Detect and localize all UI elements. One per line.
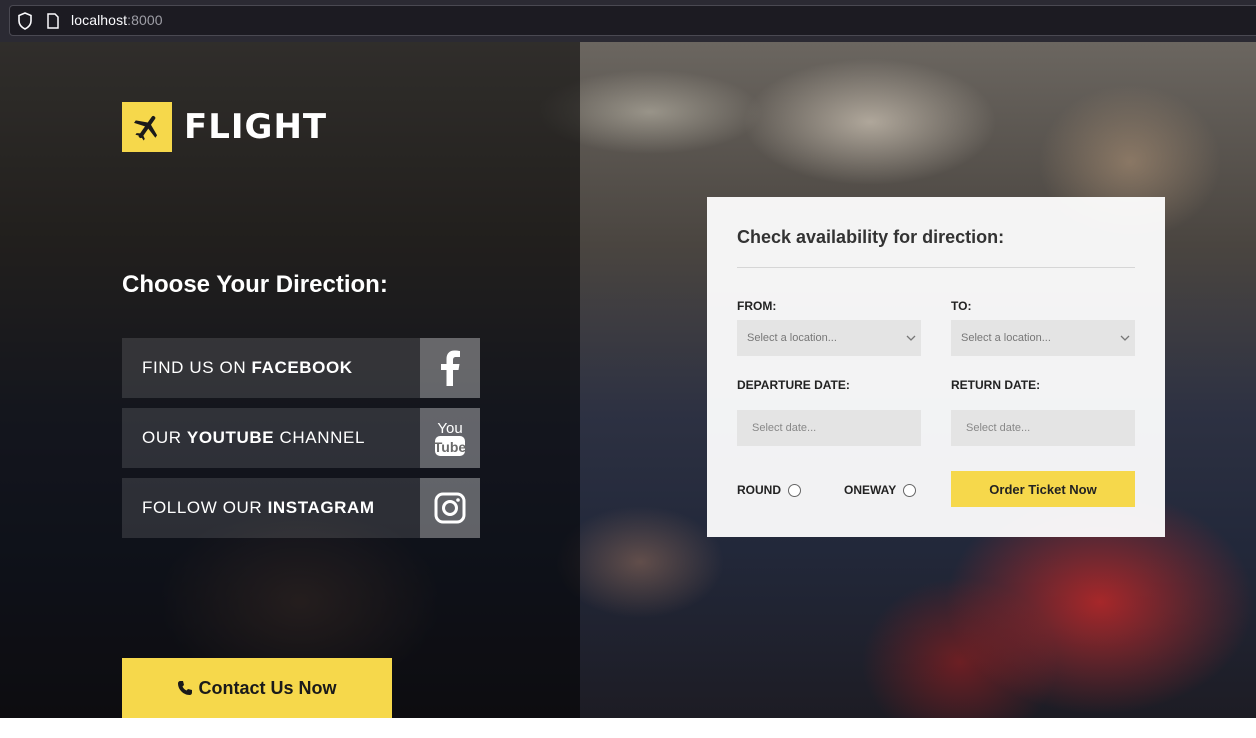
availability-form: Check availability for direction: FROM: … <box>707 197 1165 537</box>
shield-icon[interactable] <box>17 12 33 30</box>
departure-date-input[interactable]: Select date... <box>737 410 921 446</box>
departure-label: DEPARTURE DATE: <box>737 378 850 392</box>
youtube-link[interactable]: OUR YOUTUBE CHANNEL You Tube <box>122 408 480 468</box>
chevron-down-icon <box>1120 335 1130 341</box>
svg-text:Tube: Tube <box>434 439 466 455</box>
return-label: RETURN DATE: <box>951 378 1041 392</box>
chevron-down-icon <box>906 335 916 341</box>
from-select[interactable]: Select a location... <box>737 320 921 356</box>
hero-section: FLIGHT Choose Your Direction: FIND US ON… <box>0 42 1256 718</box>
round-option[interactable]: ROUND <box>737 483 801 497</box>
facebook-icon[interactable] <box>420 338 480 398</box>
youtube-icon[interactable]: You Tube <box>420 408 480 468</box>
phone-icon <box>178 681 193 695</box>
contact-label: Contact Us Now <box>198 677 337 698</box>
to-select-value: Select a location... <box>961 332 1051 344</box>
to-select[interactable]: Select a location... <box>951 320 1135 356</box>
url-host: localhost <box>71 12 128 28</box>
round-radio[interactable] <box>788 483 801 497</box>
instagram-label: FOLLOW OUR INSTAGRAM <box>142 498 375 517</box>
url-bar[interactable] <box>9 5 1256 36</box>
order-ticket-button[interactable]: Order Ticket Now <box>951 471 1135 507</box>
return-date-input[interactable]: Select date... <box>951 410 1135 446</box>
to-label: TO: <box>951 299 972 313</box>
instagram-icon[interactable] <box>420 478 480 538</box>
airplane-icon <box>122 102 172 152</box>
facebook-link[interactable]: FIND US ON FACEBOOK <box>122 338 480 398</box>
facebook-label: FIND US ON FACEBOOK <box>142 358 353 377</box>
form-title: Check availability for direction: <box>737 227 1005 247</box>
svg-text:You: You <box>437 420 462 437</box>
oneway-label: ONEWAY <box>844 483 897 497</box>
from-select-value: Select a location... <box>747 332 837 344</box>
round-label: ROUND <box>737 483 781 497</box>
oneway-option[interactable]: ONEWAY <box>844 483 917 497</box>
browser-toolbar: localhost:8000 <box>0 0 1256 42</box>
from-label: FROM: <box>737 299 777 313</box>
url-text[interactable]: localhost:8000 <box>71 12 163 28</box>
url-port: :8000 <box>127 12 163 28</box>
direction-title: Choose Your Direction: <box>122 271 388 298</box>
oneway-radio[interactable] <box>903 483 917 497</box>
divider <box>737 267 1135 268</box>
contact-button[interactable]: Contact Us Now <box>122 658 392 718</box>
instagram-link[interactable]: FOLLOW OUR INSTAGRAM <box>122 478 480 538</box>
page-icon <box>47 13 59 29</box>
logo[interactable]: FLIGHT <box>122 102 327 152</box>
youtube-label: OUR YOUTUBE CHANNEL <box>142 428 365 447</box>
logo-text: FLIGHT <box>184 107 328 147</box>
